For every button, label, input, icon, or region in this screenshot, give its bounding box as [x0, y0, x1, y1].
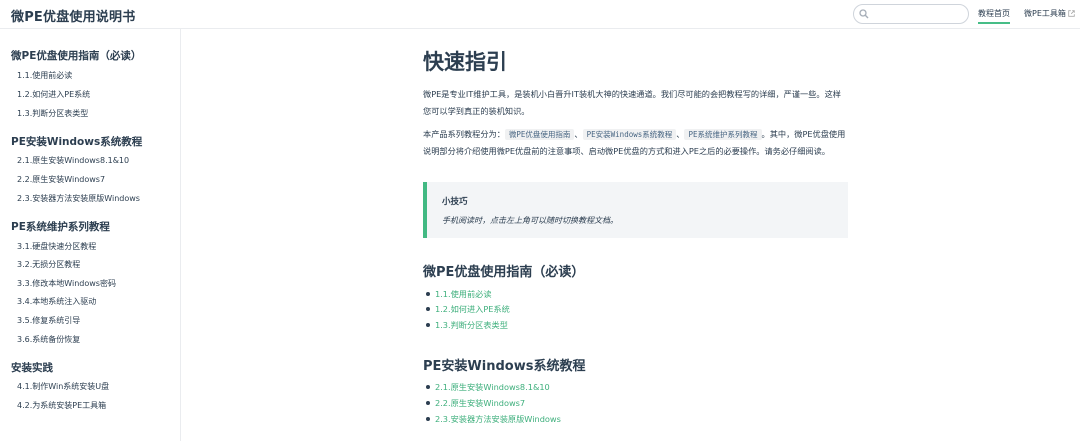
sidebar-item-2-2[interactable]: 2.2.原生安装Windows7	[17, 174, 105, 185]
page-title: 快速指引	[423, 50, 507, 74]
series-code-guide: 微PE优盘使用指南	[504, 129, 575, 140]
sidebar-group-title: 安装实践	[11, 362, 53, 374]
search-input[interactable]	[872, 7, 964, 22]
tip-block: 小技巧 手机阅读时，点击左上角可以随时切换教程文档。	[423, 182, 848, 238]
sidebar-item-4-1[interactable]: 4.1.制作Win系统安装U盘	[17, 381, 109, 392]
sidebar-item-1-1[interactable]: 1.1.使用前必读	[17, 70, 72, 81]
main-content: 快速指引 微PE是专业IT维护工具，是装机小白晋升IT装机大神的快速通道。我们尽…	[181, 29, 1080, 441]
sidebar-group-title: PE安装Windows系统教程	[11, 136, 143, 148]
list-item[interactable]: 2.1.原生安装Windows8.1&10	[426, 381, 550, 393]
sidebar-item-1-2[interactable]: 1.2.如何进入PE系统	[17, 89, 90, 100]
sidebar-item-3-2[interactable]: 3.2.无损分区教程	[17, 259, 80, 270]
series-code-maintenance: PE系统维护系列教程	[684, 129, 762, 140]
bullet-icon	[426, 323, 430, 327]
bullet-icon	[426, 417, 430, 421]
tip-title: 小技巧	[442, 197, 468, 207]
search-icon	[859, 9, 869, 19]
nav-link-tools[interactable]: 微PE工具箱	[1024, 8, 1075, 19]
series-paragraph: 本产品系列教程分为： 微PE优盘使用指南、 PE安装Windows系统教程、 PE系统…	[423, 126, 848, 160]
list-item-link[interactable]: 1.1.使用前必读	[435, 289, 492, 299]
sidebar-item-2-3[interactable]: 2.3.安装器方法安装原版Windows	[17, 193, 140, 204]
sidebar: 微PE优盘使用指南（必读） 1.1.使用前必读 1.2.如何进入PE系统 1.3…	[0, 29, 181, 441]
section-heading: 微PE优盘使用指南（必读）	[423, 265, 585, 280]
navbar: 微PE优盘使用说明书 教程首页 微PE工具箱	[0, 0, 1080, 29]
search-box[interactable]	[853, 4, 969, 24]
bullet-icon	[426, 401, 430, 405]
sidebar-item-3-3[interactable]: 3.3.修改本地Windows密码	[17, 278, 116, 289]
section-heading: PE安装Windows系统教程	[423, 359, 586, 374]
sidebar-item-3-5[interactable]: 3.5.修复系统引导	[17, 315, 80, 326]
list-item[interactable]: 1.3.判断分区表类型	[426, 319, 508, 331]
list-item[interactable]: 1.2.如何进入PE系统	[426, 303, 510, 315]
sidebar-item-3-1[interactable]: 3.1.硬盘快速分区教程	[17, 241, 96, 252]
sidebar-item-4-2[interactable]: 4.2.为系统安装PE工具箱	[17, 400, 106, 411]
sidebar-item-2-1[interactable]: 2.1.原生安装Windows8.1&10	[17, 155, 129, 166]
bullet-icon	[426, 292, 430, 296]
sidebar-item-3-6[interactable]: 3.6.系统备份恢复	[17, 334, 80, 345]
series-code-install: PE安装Windows系统教程	[582, 129, 677, 140]
site-title[interactable]: 微PE优盘使用说明书	[11, 6, 135, 25]
sidebar-item-3-4[interactable]: 3.4.本地系统注入驱动	[17, 296, 96, 307]
list-item-link[interactable]: 2.2.原生安装Windows7	[435, 398, 525, 408]
list-item-link[interactable]: 1.3.判断分区表类型	[435, 320, 508, 330]
nav-link-home[interactable]: 教程首页	[978, 8, 1010, 24]
sidebar-item-1-3[interactable]: 1.3.判断分区表类型	[17, 108, 88, 119]
nav-link-tools-label: 微PE工具箱	[1024, 9, 1066, 18]
external-link-icon	[1068, 10, 1075, 17]
series-separator: 、	[574, 129, 583, 139]
sidebar-group-title: PE系统维护系列教程	[11, 221, 110, 233]
series-prefix: 本产品系列教程分为：	[423, 129, 505, 139]
bullet-icon	[426, 307, 430, 311]
sidebar-group-title: 微PE优盘使用指南（必读）	[11, 50, 142, 62]
tip-text: 手机阅读时，点击左上角可以随时切换教程文档。	[442, 216, 618, 225]
list-item[interactable]: 2.3.安装器方法安装原版Windows	[426, 413, 561, 425]
list-item-link[interactable]: 2.1.原生安装Windows8.1&10	[435, 382, 550, 392]
intro-paragraph: 微PE是专业IT维护工具，是装机小白晋升IT装机大神的快速通道。我们尽可能的会把…	[423, 89, 841, 116]
bullet-icon	[426, 385, 430, 389]
list-item[interactable]: 1.1.使用前必读	[426, 288, 492, 300]
list-item-link[interactable]: 1.2.如何进入PE系统	[435, 304, 510, 314]
list-item[interactable]: 2.2.原生安装Windows7	[426, 397, 525, 409]
list-item-link[interactable]: 2.3.安装器方法安装原版Windows	[435, 414, 561, 424]
